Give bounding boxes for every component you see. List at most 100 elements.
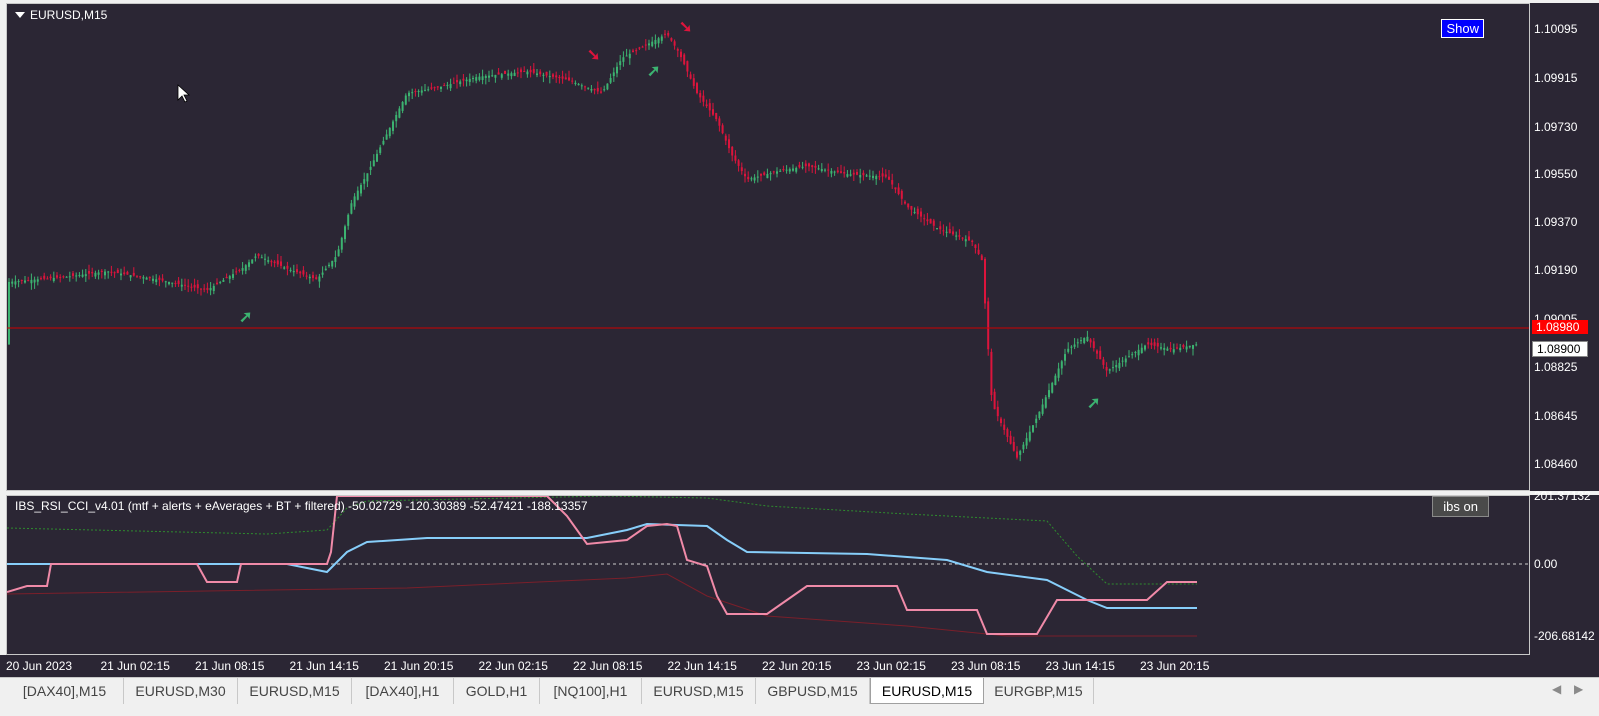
indicator-pane[interactable]: IBS_RSI_CCI_v4.01 (mtf + alerts + eAvera…: [6, 495, 1530, 655]
candle-body: [289, 269, 292, 271]
candle-body: [1153, 342, 1156, 346]
candle-body: [884, 174, 887, 177]
tab-nq100-h1[interactable]: [NQ100],H1: [540, 678, 642, 704]
candle-body: [625, 55, 628, 57]
candle-body: [1070, 346, 1073, 348]
candle-body: [564, 77, 567, 80]
candle-body: [78, 275, 81, 277]
candle-body: [910, 206, 913, 210]
candle-body: [203, 288, 206, 290]
time-tick-label: 23 Jun 14:15: [1045, 659, 1115, 673]
tab-gold-h1[interactable]: GOLD,H1: [454, 678, 540, 704]
triangle-down-icon[interactable]: [15, 12, 25, 18]
candle-body: [1112, 367, 1114, 369]
candle-body: [129, 275, 132, 278]
candle-body: [190, 286, 193, 288]
tab-dax40-h1[interactable]: [DAX40],H1: [352, 678, 454, 704]
candle-body: [36, 279, 39, 282]
candle-body: [977, 249, 980, 255]
candle-body: [1172, 349, 1175, 353]
candle-body: [372, 160, 375, 167]
candle-body: [1182, 345, 1185, 348]
candle-body: [408, 92, 410, 97]
indicator-axis[interactable]: 201.37132 0.00 -206.68142: [1530, 489, 1599, 655]
candle-body: [635, 50, 638, 52]
tab-dax40-m15[interactable]: [DAX40],M15: [6, 678, 124, 704]
price-tick-label: 1.09730: [1534, 120, 1578, 134]
candle-body: [200, 288, 202, 290]
candle-body: [62, 276, 65, 278]
time-tick-label: 20 Jun 2023: [6, 659, 73, 673]
ibs-on-button[interactable]: ibs on: [1432, 496, 1489, 517]
candle-body: [235, 271, 238, 273]
candle-body: [43, 275, 46, 279]
candle-body: [472, 77, 474, 79]
candle-body: [616, 66, 618, 74]
candle-body: [145, 277, 148, 280]
candle-body: [961, 237, 964, 239]
candle-body: [843, 172, 846, 174]
candle-body: [1016, 451, 1018, 458]
time-axis[interactable]: 20 Jun 2023 21 Jun 02:15 21 Jun 08:15 21 Ju…: [0, 655, 1599, 677]
candle-body: [414, 91, 417, 93]
candle-body: [1160, 347, 1162, 349]
candle-body: [273, 261, 276, 264]
candle-body: [836, 170, 839, 173]
time-tick-label: 21 Jun 14:15: [289, 659, 359, 673]
candle-body: [52, 277, 55, 282]
candle-body: [875, 176, 878, 180]
candle-body: [94, 272, 97, 277]
tab-eurusd-m30[interactable]: EURUSD,M30: [124, 678, 238, 704]
candle-body: [683, 54, 686, 65]
candle-body: [724, 135, 727, 141]
candle-body: [753, 177, 756, 181]
tab-gbpusd-m15[interactable]: GBPUSD,M15: [756, 678, 870, 704]
candle-body: [545, 71, 548, 76]
candle-body: [632, 50, 634, 53]
candle-body: [65, 276, 68, 278]
candle-body: [308, 276, 311, 279]
price-chart-pane[interactable]: ➚ ➚ ➚ ➘ ➘ EURUSD,M15 Show: [6, 3, 1530, 491]
mouse-pointer-icon: [177, 84, 191, 103]
price-tick-label: 1.08460: [1534, 457, 1578, 471]
arrow-right-icon[interactable]: ▶: [1574, 682, 1583, 696]
candle-body: [763, 172, 766, 175]
tab-eurusd-m15[interactable]: EURUSD,M15: [642, 678, 756, 704]
tab-eurusd-m15[interactable]: EURUSD,M15: [870, 678, 984, 704]
candle-body: [404, 95, 407, 105]
candle-body: [692, 78, 695, 86]
candle-body: [1035, 418, 1038, 423]
candle-body: [222, 280, 225, 282]
candle-body: [504, 70, 506, 74]
candle-body: [638, 47, 641, 49]
candle-body: [849, 174, 852, 176]
candle-body: [769, 173, 772, 175]
candle-body: [360, 184, 362, 194]
candle-body: [260, 257, 263, 259]
candle-body: [1131, 354, 1134, 356]
candle-body: [97, 272, 100, 275]
candle-body: [782, 169, 785, 171]
candle-body: [936, 228, 938, 230]
candle-body: [1067, 348, 1070, 352]
candle-body: [139, 276, 142, 278]
time-tick-label: 23 Jun 02:15: [856, 659, 926, 673]
candle-body: [852, 172, 855, 175]
candle-body: [1166, 348, 1169, 351]
price-axis[interactable]: 1.10095 1.09915 1.09730 1.09550 1.09370 1.091…: [1530, 3, 1599, 491]
candle-body: [1009, 435, 1012, 444]
tab-eurgbp-m15[interactable]: EURGBP,M15: [984, 678, 1094, 704]
candle-body: [164, 281, 167, 283]
candle-body: [305, 275, 308, 277]
show-button[interactable]: Show: [1441, 19, 1484, 38]
arrow-left-icon[interactable]: ◀: [1552, 682, 1561, 696]
candle-body: [75, 275, 78, 277]
candle-body: [219, 282, 222, 284]
candle-body: [955, 235, 958, 237]
candle-body: [891, 180, 894, 185]
candle-body: [417, 91, 420, 93]
candle-body: [193, 284, 196, 288]
candle-body: [830, 170, 833, 174]
candle-body: [174, 283, 177, 285]
tab-eurusd-m15[interactable]: EURUSD,M15: [238, 678, 352, 704]
